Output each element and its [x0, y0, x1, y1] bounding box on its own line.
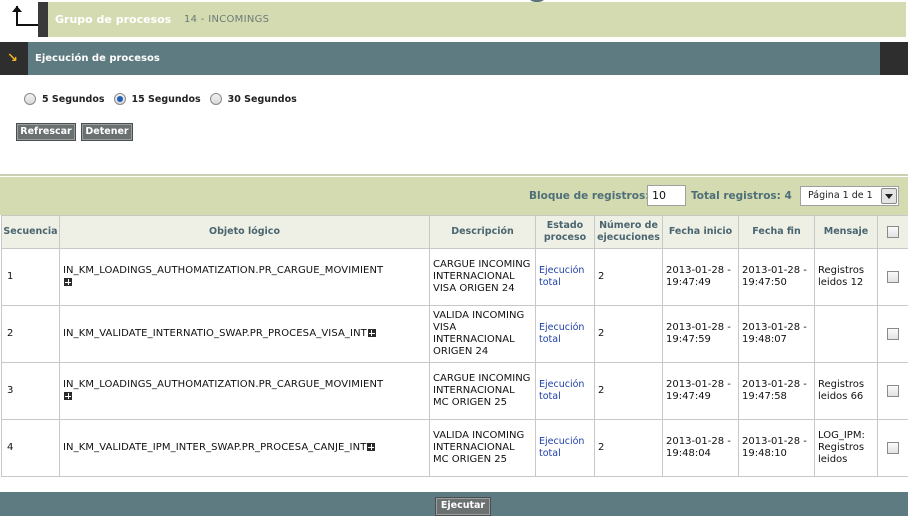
radio-button[interactable]	[113, 93, 126, 105]
col-header-executions[interactable]: Número de ejecuciones	[594, 215, 663, 249]
page-select-value: Página 1 de 1	[808, 190, 873, 201]
radio-button[interactable]	[209, 93, 222, 105]
status-link[interactable]: Ejecución total	[539, 436, 584, 459]
cell-select	[877, 419, 908, 477]
cell-end-date: 2013-01-28 - 19:48:07	[738, 305, 815, 363]
col-header-end-date[interactable]: Fecha fin	[738, 215, 815, 249]
object-name: IN_KM_LOADINGS_AUTHOMATIZATION.PR_CARGUE…	[63, 265, 384, 276]
corner-arrow-icon	[12, 6, 40, 32]
row-checkbox[interactable]	[887, 327, 899, 340]
cell-object: IN_KM_LOADINGS_AUTHOMATIZATION.PR_CARGUE…	[59, 248, 430, 306]
cell-sequence: 2	[1, 305, 60, 363]
cell-start-date: 2013-01-28 - 19:48:04	[662, 419, 739, 477]
radio-label: 30 Segundos	[227, 93, 297, 105]
page-select[interactable]: Página 1 de 1	[800, 186, 899, 206]
col-header-start-date[interactable]: Fecha inicio	[662, 215, 739, 249]
col-header-select-all	[877, 215, 908, 249]
total-records-label: Total registros: 4	[691, 190, 792, 202]
stop-button[interactable]: Detener	[81, 123, 133, 141]
process-table: Secuencia Objeto lógico Descripción Esta…	[1, 215, 908, 477]
col-header-message[interactable]: Mensaje	[814, 215, 878, 249]
cell-select	[877, 248, 908, 306]
header-accent	[38, 2, 48, 37]
select-all-checkbox[interactable]	[887, 225, 899, 238]
status-link[interactable]: Ejecución total	[539, 265, 584, 288]
radio-label: 5 Segundos	[42, 93, 105, 105]
plus-icon[interactable]	[367, 329, 376, 337]
status-link[interactable]: Ejecución total	[539, 379, 584, 402]
cell-object: IN_KM_LOADINGS_AUTHOMATIZATION.PR_CARGUE…	[59, 362, 430, 420]
cell-executions: 2	[594, 305, 663, 363]
cell-executions: 2	[594, 419, 663, 477]
group-title: Grupo de procesos	[55, 13, 172, 26]
cell-status: Ejecución total	[535, 248, 595, 306]
cell-status: Ejecución total	[535, 362, 595, 420]
records-per-block-label: Bloque de registros:	[529, 190, 650, 202]
table-header-row: Secuencia Objeto lógico Descripción Esta…	[1, 215, 908, 249]
cell-start-date: 2013-01-28 - 19:47:49	[662, 248, 739, 306]
cell-description: VALIDA INCOMING VISA INTERNACIONAL ORIGE…	[429, 305, 536, 363]
collapse-arrow-icon[interactable]: ↘	[0, 42, 28, 75]
cell-message: Registros leidos 12	[814, 248, 878, 306]
cell-sequence: 4	[1, 419, 60, 477]
radio-option-15s[interactable]: 15 Segundos	[113, 93, 201, 105]
object-name: IN_KM_LOADINGS_AUTHOMATIZATION.PR_CARGUE…	[63, 379, 384, 390]
cell-select	[877, 305, 908, 363]
radio-option-5s[interactable]: 5 Segundos	[24, 93, 105, 105]
plus-icon[interactable]	[64, 278, 72, 286]
plus-icon[interactable]	[367, 443, 376, 451]
cell-status: Ejecución total	[535, 419, 595, 477]
col-header-description[interactable]: Descripción	[429, 215, 536, 249]
col-header-logical-object[interactable]: Objeto lógico	[59, 215, 430, 249]
cell-description: VALIDA INCOMING INTERNACIONAL MC ORIGEN …	[429, 419, 536, 477]
grid-divider	[0, 174, 908, 176]
group-value: 14 - INCOMINGS	[184, 14, 270, 25]
execute-button[interactable]: Ejecutar	[435, 497, 491, 516]
status-link[interactable]: Ejecución total	[539, 322, 584, 345]
radio-button[interactable]	[24, 93, 36, 105]
cell-end-date: 2013-01-28 - 19:47:58	[738, 362, 815, 420]
grid-toolbar: Bloque de registros: 10 Total registros:…	[0, 177, 908, 215]
cell-message: LOG_IPM: Registros leidos	[814, 419, 878, 477]
cell-message: Registros leidos 66	[814, 362, 878, 420]
cell-sequence: 1	[1, 248, 60, 306]
col-header-status[interactable]: Estado proceso	[535, 215, 595, 249]
cell-status: Ejecución total	[535, 305, 595, 363]
cell-start-date: 2013-01-28 - 19:47:59	[662, 305, 739, 363]
cell-end-date: 2013-01-28 - 19:47:50	[738, 248, 815, 306]
row-checkbox[interactable]	[887, 384, 899, 397]
radio-label: 15 Segundos	[131, 93, 201, 105]
cell-message	[814, 305, 878, 363]
refresh-button[interactable]: Refrescar	[16, 123, 76, 141]
row-checkbox[interactable]	[887, 270, 899, 283]
cell-object: IN_KM_VALIDATE_IPM_INTER_SWAP.PR_PROCESA…	[59, 419, 430, 477]
cell-object: IN_KM_VALIDATE_INTERNATIO_SWAP.PR_PROCES…	[59, 305, 430, 363]
radio-option-30s[interactable]: 30 Segundos	[209, 93, 297, 105]
cell-executions: 2	[594, 248, 663, 306]
cell-end-date: 2013-01-28 - 19:48:10	[738, 419, 815, 477]
row-checkbox[interactable]	[887, 441, 899, 454]
refresh-interval-group: 5 Segundos 15 Segundos 30 Segundos	[24, 91, 306, 107]
table-row: 4 IN_KM_VALIDATE_IPM_INTER_SWAP.PR_PROCE…	[1, 419, 908, 477]
top-header: Grupo de procesos 14 - INCOMINGS	[0, 0, 908, 42]
table-row: 2 IN_KM_VALIDATE_INTERNATIO_SWAP.PR_PROC…	[1, 305, 908, 363]
cell-start-date: 2013-01-28 - 19:47:49	[662, 362, 739, 420]
table-row: 3 IN_KM_LOADINGS_AUTHOMATIZATION.PR_CARG…	[1, 362, 908, 420]
section-title: Ejecución de procesos	[35, 53, 160, 64]
records-per-block-input[interactable]: 10	[647, 185, 686, 206]
cell-sequence: 3	[1, 362, 60, 420]
cell-select	[877, 362, 908, 420]
object-name: IN_KM_VALIDATE_INTERNATIO_SWAP.PR_PROCES…	[63, 328, 367, 339]
plus-icon[interactable]	[64, 392, 72, 400]
chevron-down-icon[interactable]	[881, 188, 897, 204]
cell-description: CARGUE INCOMING INTERNACIONAL MC ORIGEN …	[429, 362, 536, 420]
group-header-band: Grupo de procesos 14 - INCOMINGS	[48, 2, 906, 37]
table-row: 1 IN_KM_LOADINGS_AUTHOMATIZATION.PR_CARG…	[1, 248, 908, 306]
cell-executions: 2	[594, 362, 663, 420]
object-name: IN_KM_VALIDATE_IPM_INTER_SWAP.PR_PROCESA…	[63, 442, 367, 453]
cell-description: CARGUE INCOMING INTERNACIONAL VISA ORIGE…	[429, 248, 536, 306]
section-bar: ↘ Ejecución de procesos	[0, 42, 908, 75]
section-bar-end	[880, 42, 908, 75]
col-header-sequence[interactable]: Secuencia	[1, 215, 60, 249]
